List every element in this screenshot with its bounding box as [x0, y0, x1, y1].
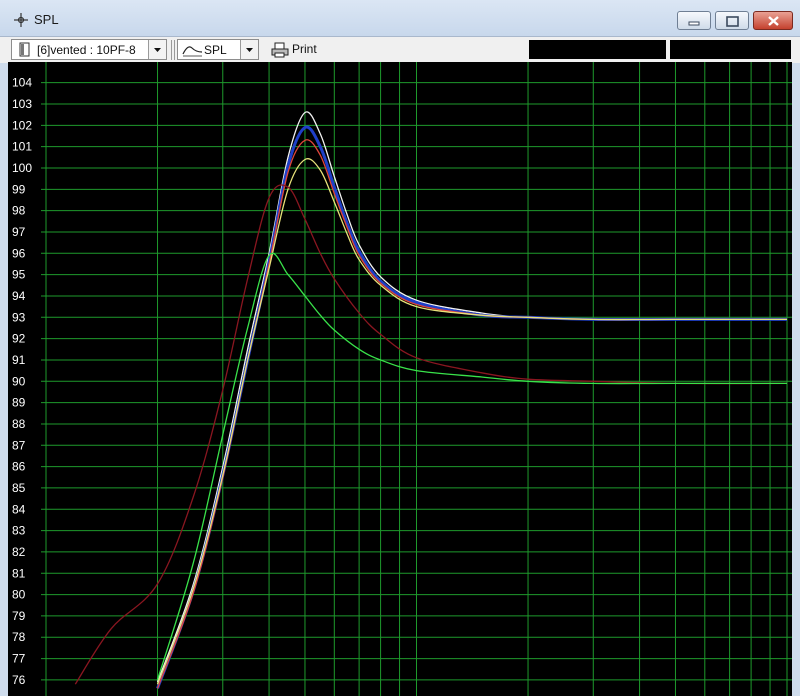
y-tick-label: 95 — [12, 268, 26, 282]
y-tick-label: 78 — [12, 630, 26, 644]
crosshair-icon — [14, 13, 28, 27]
y-tick-label: 80 — [12, 588, 26, 602]
printer-icon — [271, 42, 289, 58]
y-tick-label: 102 — [12, 118, 32, 132]
maximize-button[interactable] — [715, 11, 749, 30]
y-tick-label: 83 — [12, 524, 26, 538]
print-button[interactable]: Print — [268, 40, 328, 60]
minimize-icon — [688, 21, 700, 26]
y-tick-label: 79 — [12, 609, 26, 623]
y-tick-label: 88 — [12, 417, 26, 431]
y-tick-label: 90 — [12, 374, 26, 388]
spl-curve-icon — [182, 46, 203, 57]
status-panel-2 — [670, 40, 791, 59]
toolbar: [6]vented : 10PF-8 SPL Print — [0, 36, 800, 63]
spl-window: SPL [6]vented : 10PF-8 SPL Print 104 103… — [0, 0, 800, 696]
status-panel-1 — [529, 40, 666, 59]
y-tick-label: 89 — [12, 396, 26, 410]
series-line-dark-red — [74, 184, 788, 685]
y-tick-label: 85 — [12, 481, 26, 495]
y-tick-label: 91 — [12, 353, 26, 367]
y-tick-label: 93 — [12, 310, 26, 324]
curve-select-dropdown[interactable] — [240, 40, 258, 59]
maximize-icon — [726, 16, 739, 27]
curve-select-value: SPL — [204, 43, 227, 57]
y-tick-label: 98 — [12, 204, 26, 218]
curve-select[interactable]: SPL — [177, 39, 259, 60]
y-tick-label: 100 — [12, 161, 32, 175]
close-icon — [768, 16, 779, 26]
y-tick-label: 101 — [12, 140, 32, 154]
y-tick-label: 99 — [12, 182, 26, 196]
y-tick-label: 92 — [12, 332, 26, 346]
chevron-down-icon — [154, 48, 161, 52]
y-tick-label: 103 — [12, 97, 32, 111]
model-select-dropdown[interactable] — [148, 40, 166, 59]
spl-chart[interactable]: 104 103 102 101 100 99 98 97 96 95 94 93 92 91 90 89 88 8… — [8, 62, 792, 696]
toolbar-separator — [171, 40, 172, 60]
document-icon — [19, 42, 30, 57]
series-line-red — [156, 139, 787, 689]
y-tick-label: 96 — [12, 246, 26, 260]
y-tick-label: 82 — [12, 545, 26, 559]
window-title: SPL — [34, 12, 59, 27]
y-tick-label: 76 — [12, 673, 26, 687]
title-bar[interactable]: SPL — [0, 0, 800, 36]
y-tick-label: 97 — [12, 225, 26, 239]
y-tick-label: 81 — [12, 566, 26, 580]
close-button[interactable] — [753, 11, 793, 30]
chevron-down-icon — [246, 48, 253, 52]
spl-plot[interactable]: 104 103 102 101 100 99 98 97 96 95 94 93 92 91 90 89 88 8… — [8, 62, 792, 696]
toolbar-separator — [174, 40, 175, 60]
model-select-value: [6]vented : 10PF-8 — [37, 43, 136, 57]
minimize-button[interactable] — [677, 11, 711, 30]
model-select[interactable]: [6]vented : 10PF-8 — [11, 39, 167, 60]
y-tick-label: 94 — [12, 289, 26, 303]
series-line-blue — [156, 125, 787, 689]
series-line-yellow — [156, 158, 787, 685]
y-tick-label: 84 — [12, 502, 26, 516]
y-tick-label: 87 — [12, 438, 26, 452]
print-label: Print — [292, 42, 317, 56]
y-tick-label: 77 — [12, 652, 26, 666]
y-tick-label: 86 — [12, 460, 26, 474]
series-line-white — [156, 111, 787, 683]
y-tick-label: 104 — [12, 76, 32, 90]
